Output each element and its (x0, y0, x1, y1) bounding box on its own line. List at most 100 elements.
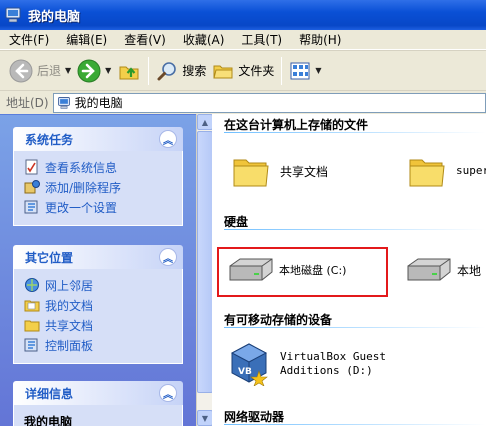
local-disk-c-item[interactable]: 本地磁盘 (C:) (226, 256, 346, 284)
task-pane: 系统任务 ︽ 查看系统信息 添加/删除程序 更改一个设置 其它位置 ︽ 网上邻居… (0, 114, 196, 426)
folders-icon (213, 65, 233, 78)
my-computer-icon (5, 7, 21, 23)
link-label: 网上邻居 (45, 278, 94, 293)
my-documents-link[interactable]: 我的文档 (24, 295, 182, 315)
link-label: 控制面板 (45, 338, 94, 353)
system-tasks-panel: 系统任务 ︽ 查看系统信息 添加/删除程序 更改一个设置 (13, 127, 183, 226)
other-places-panel: 其它位置 ︽ 网上邻居 我的文档 共享文档 控制面板 (13, 245, 183, 364)
details-panel: 详细信息 ︽ 我的电脑 (13, 381, 183, 426)
panel-title: 其它位置 (25, 250, 74, 265)
title-bar[interactable]: 我的电脑 (0, 0, 486, 30)
system-tasks-header[interactable]: 系统任务 ︽ (13, 127, 183, 151)
folder-icon (24, 320, 40, 332)
my-documents-icon (24, 300, 40, 312)
hard-drive-icon (229, 258, 273, 281)
menu-favorites[interactable]: 收藏(A) (174, 31, 233, 48)
item-label: 共享文档 (280, 164, 329, 179)
views-dropdown-icon[interactable]: ▼ (315, 66, 321, 75)
scroll-up-icon[interactable]: ▲ (197, 114, 213, 130)
item-label: 本地磁盘 (C:) (279, 264, 347, 277)
item-label-line2: Additions (D:) (280, 364, 373, 377)
details-header[interactable]: 详细信息 ︽ (13, 381, 183, 405)
menu-file[interactable]: 文件(F) (0, 31, 57, 48)
system-info-icon (25, 159, 38, 175)
add-remove-programs-link[interactable]: 添加/删除程序 (24, 177, 182, 197)
collapse-chevron-icon[interactable]: ︽ (159, 130, 177, 148)
folders-button[interactable]: 文件夹 (209, 55, 277, 87)
group-divider (224, 132, 486, 133)
back-dropdown-icon[interactable]: ▼ (65, 66, 71, 75)
other-places-header[interactable]: 其它位置 ︽ (13, 245, 183, 269)
svg-text:VB: VB (238, 367, 252, 377)
group-header-hard-disks: 硬盘 (224, 215, 249, 229)
panel-body: 查看系统信息 添加/删除程序 更改一个设置 (13, 151, 183, 226)
control-panel-link[interactable]: 控制面板 (24, 335, 182, 355)
network-places-link[interactable]: 网上邻居 (24, 275, 182, 295)
link-label: 查看系统信息 (45, 160, 118, 175)
item-label-line1: VirtualBox Guest (280, 350, 386, 363)
back-arrow-icon (9, 59, 33, 82)
shared-documents-item[interactable]: 共享文档 (232, 152, 328, 190)
views-button[interactable]: ▼ (286, 55, 324, 87)
address-field[interactable]: 我的电脑 (52, 92, 486, 113)
search-label: 搜索 (182, 64, 207, 78)
address-bar: 地址(D) 我的电脑 (0, 90, 486, 114)
folder-icon (233, 159, 269, 187)
scroll-down-icon[interactable]: ▼ (197, 410, 213, 426)
control-panel-icon (24, 338, 38, 352)
virtualbox-cd-item[interactable]: VB VirtualBox Guest Additions (D:) (228, 342, 386, 386)
group-header-stored-files: 在这台计算机上存储的文件 (224, 118, 369, 132)
menu-view[interactable]: 查看(V) (115, 31, 174, 48)
scroll-thumb[interactable] (197, 131, 213, 393)
back-button[interactable]: 后退 ▼ (6, 55, 74, 87)
link-label: 更改一个设置 (45, 200, 118, 215)
toolbar-separator (148, 56, 150, 85)
add-remove-programs-icon (24, 180, 40, 194)
panel-title: 系统任务 (25, 132, 74, 147)
address-value: 我的电脑 (74, 96, 123, 110)
collapse-chevron-icon[interactable]: ︽ (159, 248, 177, 266)
window-title: 我的电脑 (28, 9, 81, 25)
forward-button[interactable]: ▼ (74, 55, 114, 87)
group-divider (224, 424, 486, 425)
details-name: 我的电脑 (24, 414, 73, 426)
toolbar: 后退 ▼ ▼ 搜索 文件夹 ▼ (0, 50, 486, 90)
network-icon (25, 278, 39, 292)
item-label-block: VirtualBox Guest Additions (D:) (280, 350, 386, 378)
user-documents-item[interactable]: super (408, 152, 486, 190)
search-button[interactable]: 搜索 (153, 55, 209, 87)
link-label: 共享文档 (45, 318, 94, 333)
group-divider (224, 229, 486, 230)
vertical-scrollbar[interactable]: ▲ ▼ (196, 114, 213, 426)
local-disk-item[interactable]: 本地 (404, 256, 481, 284)
menu-edit[interactable]: 编辑(E) (57, 31, 115, 48)
control-panel-icon (24, 200, 38, 214)
group-divider (224, 327, 486, 328)
group-header-network-drives: 网络驱动器 (224, 410, 285, 424)
panel-title: 详细信息 (25, 386, 74, 401)
panel-body: 我的电脑 (13, 405, 183, 426)
forward-arrow-icon (77, 59, 101, 82)
menu-help[interactable]: 帮助(H) (290, 31, 349, 48)
menu-bar: 文件(F) 编辑(E) 查看(V) 收藏(A) 工具(T) 帮助(H) (0, 30, 486, 50)
toolbar-separator (281, 56, 283, 85)
link-label: 我的文档 (45, 298, 94, 313)
file-view: 在这台计算机上存储的文件 共享文档 super 硬盘 本地磁盘 (C:) 本地 … (212, 114, 486, 426)
up-folder-button[interactable] (114, 55, 144, 87)
views-icon (290, 62, 310, 79)
up-folder-icon (119, 66, 139, 79)
my-computer-icon (57, 96, 70, 109)
item-label: super (456, 164, 486, 177)
forward-dropdown-icon[interactable]: ▼ (105, 66, 111, 75)
item-label: 本地 (457, 263, 482, 278)
hard-drive-icon (407, 258, 451, 281)
back-label: 后退 (37, 64, 62, 78)
address-label: 地址(D) (6, 96, 49, 110)
menu-tools[interactable]: 工具(T) (232, 31, 290, 48)
change-setting-link[interactable]: 更改一个设置 (24, 197, 182, 217)
virtualbox-disc-icon: VB (230, 343, 268, 386)
shared-documents-link[interactable]: 共享文档 (24, 315, 182, 335)
folders-label: 文件夹 (238, 64, 275, 78)
view-system-info-link[interactable]: 查看系统信息 (24, 157, 182, 177)
collapse-chevron-icon[interactable]: ︽ (159, 384, 177, 402)
